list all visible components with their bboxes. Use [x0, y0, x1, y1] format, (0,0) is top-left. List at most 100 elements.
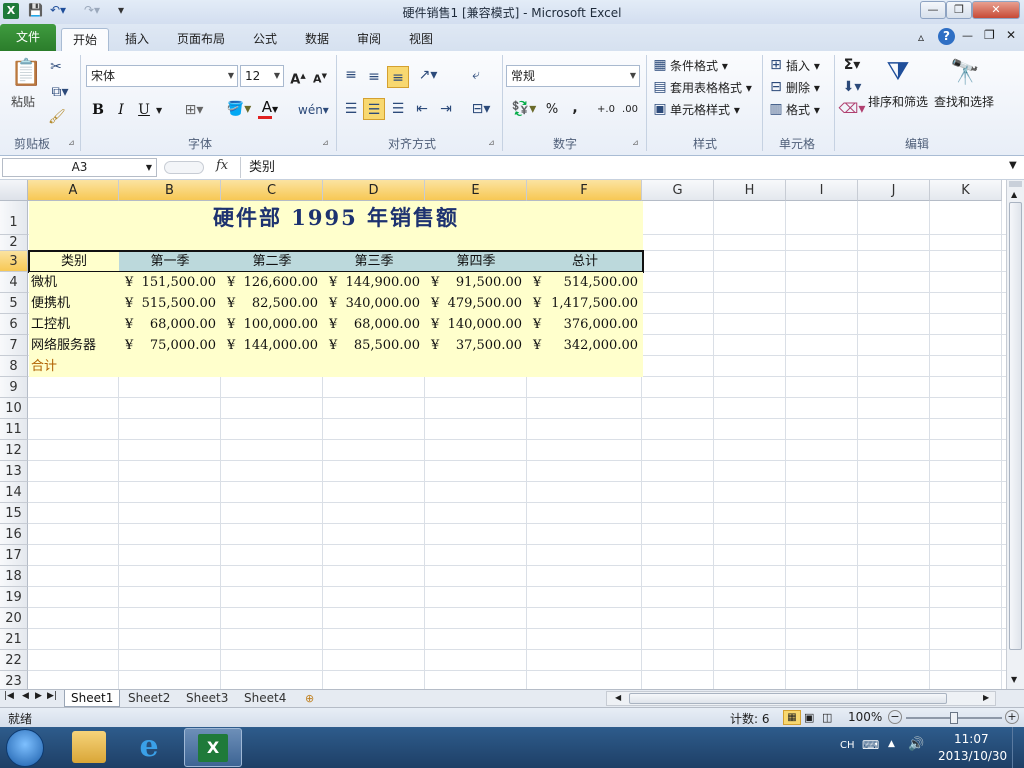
zoom-in-icon[interactable]: +	[1005, 710, 1019, 724]
select-all-corner[interactable]	[0, 180, 28, 201]
internet-explorer-icon[interactable]: e	[132, 731, 166, 763]
autosum-icon[interactable]: Σ▾	[838, 57, 866, 73]
tray-expand-icon[interactable]: ▲	[888, 739, 895, 749]
expand-formula-icon[interactable]: ▼	[1009, 160, 1017, 171]
insert-cells-button[interactable]: 插入 ▾	[786, 57, 820, 74]
value-cell[interactable]: ¥1,417,500.00	[527, 293, 643, 314]
row-header-3[interactable]: 3	[0, 251, 28, 272]
shrink-font-icon[interactable]: A▼	[312, 68, 328, 88]
orientation-icon[interactable]: ↗▾	[415, 67, 441, 83]
align-center-icon[interactable]: ☰	[363, 98, 385, 120]
tab-data[interactable]: 数据	[296, 28, 338, 51]
help-icon[interactable]: ?	[938, 28, 955, 45]
value-cell[interactable]: ¥342,000.00	[527, 335, 643, 356]
tab-review[interactable]: 审阅	[348, 28, 390, 51]
value-cell[interactable]: ¥140,000.00	[425, 314, 527, 335]
sheet-tab-2[interactable]: Sheet2	[122, 690, 176, 707]
formula-input[interactable]: 类别	[240, 157, 1005, 178]
value-cell[interactable]: ¥144,000.00	[221, 335, 323, 356]
conditional-format-button[interactable]: 条件格式 ▾	[670, 57, 728, 74]
row2-cells[interactable]	[29, 235, 643, 251]
format-cells-button[interactable]: 格式 ▾	[786, 101, 820, 118]
align-bottom-icon[interactable]: ≡	[387, 66, 409, 88]
close-button[interactable]: ✕	[972, 1, 1020, 19]
find-select-icon[interactable]: 🔭	[948, 55, 982, 89]
currency-format-icon[interactable]: 💱▾	[510, 101, 538, 117]
column-header-c[interactable]: C	[221, 180, 323, 201]
merge-center-icon[interactable]: ⊟▾	[467, 101, 495, 117]
format-as-table-button[interactable]: 套用表格格式 ▾	[670, 79, 752, 96]
wrap-text-icon[interactable]: ⤶	[467, 67, 485, 83]
scroll-down-icon[interactable]: ▼	[1011, 675, 1017, 684]
category-cell[interactable]: 工控机	[31, 314, 70, 335]
clock-date[interactable]: 2013/10/30	[938, 749, 1007, 763]
column-header-g[interactable]: G	[642, 180, 714, 201]
increase-decimal-icon[interactable]: +.0	[596, 102, 616, 118]
total-label-cell[interactable]: 合计	[31, 356, 57, 377]
category-cell[interactable]: 便携机	[31, 293, 70, 314]
align-top-icon[interactable]: ≡	[342, 67, 360, 83]
worksheet-grid[interactable]: ABCDEFGHIJK 1 2 3 4 5 6 7 8 9 10 11 12 13 14 15 16 17 18 1…	[0, 180, 1006, 689]
row-header-2[interactable]: 2	[0, 235, 28, 251]
zoom-thumb[interactable]	[950, 712, 958, 724]
next-sheet-icon[interactable]: ▶	[35, 691, 42, 701]
name-box[interactable]: A3 ▼	[2, 158, 157, 177]
row-header-21[interactable]: 21	[0, 629, 28, 650]
bold-button[interactable]: B	[90, 102, 106, 118]
zoom-level[interactable]: 100%	[848, 710, 882, 724]
number-launcher-icon[interactable]: ⊿	[632, 138, 639, 147]
column-header-e[interactable]: E	[425, 180, 527, 201]
column-header-h[interactable]: H	[714, 180, 786, 201]
row-header-7[interactable]: 7	[0, 335, 28, 356]
value-cell[interactable]: ¥479,500.00	[425, 293, 527, 314]
start-button[interactable]	[6, 729, 44, 767]
align-left-icon[interactable]: ☰	[342, 101, 360, 117]
row-header-8[interactable]: 8	[0, 356, 28, 377]
sheet-tab-1[interactable]: Sheet1	[64, 690, 121, 707]
value-cell[interactable]: ¥515,500.00	[119, 293, 221, 314]
category-cell[interactable]: 网络服务器	[31, 335, 96, 356]
decrease-indent-icon[interactable]: ⇤	[413, 101, 431, 117]
explorer-icon[interactable]	[72, 731, 106, 763]
paste-label[interactable]: 粘贴	[11, 93, 35, 110]
grow-font-icon[interactable]: A▲	[290, 68, 306, 88]
show-desktop-button[interactable]	[1012, 727, 1024, 768]
value-cell[interactable]: ¥37,500.00	[425, 335, 527, 356]
sheet-tab-3[interactable]: Sheet3	[180, 690, 234, 707]
font-launcher-icon[interactable]: ⊿	[322, 138, 329, 147]
sort-filter-button[interactable]: 排序和筛选	[868, 93, 928, 110]
row-header-6[interactable]: 6	[0, 314, 28, 335]
normal-view-icon[interactable]: ▦	[783, 710, 801, 725]
row-header-20[interactable]: 20	[0, 608, 28, 629]
row-header-15[interactable]: 15	[0, 503, 28, 524]
horizontal-scroll-thumb[interactable]	[629, 693, 947, 704]
cut-icon[interactable]: ✂	[48, 59, 64, 75]
column-header-b[interactable]: B	[119, 180, 221, 201]
prev-sheet-icon[interactable]: ◀	[22, 691, 29, 701]
font-size-select[interactable]: 12 ▼	[240, 65, 284, 87]
value-cell[interactable]: ¥126,600.00	[221, 272, 323, 293]
workbook-close-icon[interactable]: ✕	[1006, 28, 1016, 42]
row-header-16[interactable]: 16	[0, 524, 28, 545]
italic-button[interactable]: I	[113, 102, 129, 118]
value-cell[interactable]: ¥514,500.00	[527, 272, 643, 293]
row-header-12[interactable]: 12	[0, 440, 28, 461]
column-header-k[interactable]: K	[930, 180, 1002, 201]
keyboard-icon[interactable]: ⌨	[862, 738, 879, 752]
column-header-j[interactable]: J	[858, 180, 930, 201]
fill-icon[interactable]: ⬇▾	[838, 79, 866, 95]
fill-color-icon[interactable]: 🪣▾	[224, 101, 254, 117]
clear-icon[interactable]: ⌫▾	[838, 101, 866, 117]
phonetic-icon[interactable]: wén▾	[298, 102, 329, 118]
row-header-22[interactable]: 22	[0, 650, 28, 671]
delete-cells-button[interactable]: 删除 ▾	[786, 79, 820, 96]
chevron-down-icon[interactable]: ▼	[156, 106, 162, 115]
copy-icon[interactable]: ⧉▾	[48, 84, 72, 100]
sheet-tab-4[interactable]: Sheet4	[238, 690, 292, 707]
align-middle-icon[interactable]: ≡	[365, 69, 383, 85]
tab-file[interactable]: 文件	[0, 24, 56, 51]
value-cell[interactable]: ¥68,000.00	[119, 314, 221, 335]
split-box[interactable]	[1009, 181, 1022, 187]
total-row-cells[interactable]	[29, 356, 643, 377]
value-cell[interactable]: ¥68,000.00	[323, 314, 425, 335]
